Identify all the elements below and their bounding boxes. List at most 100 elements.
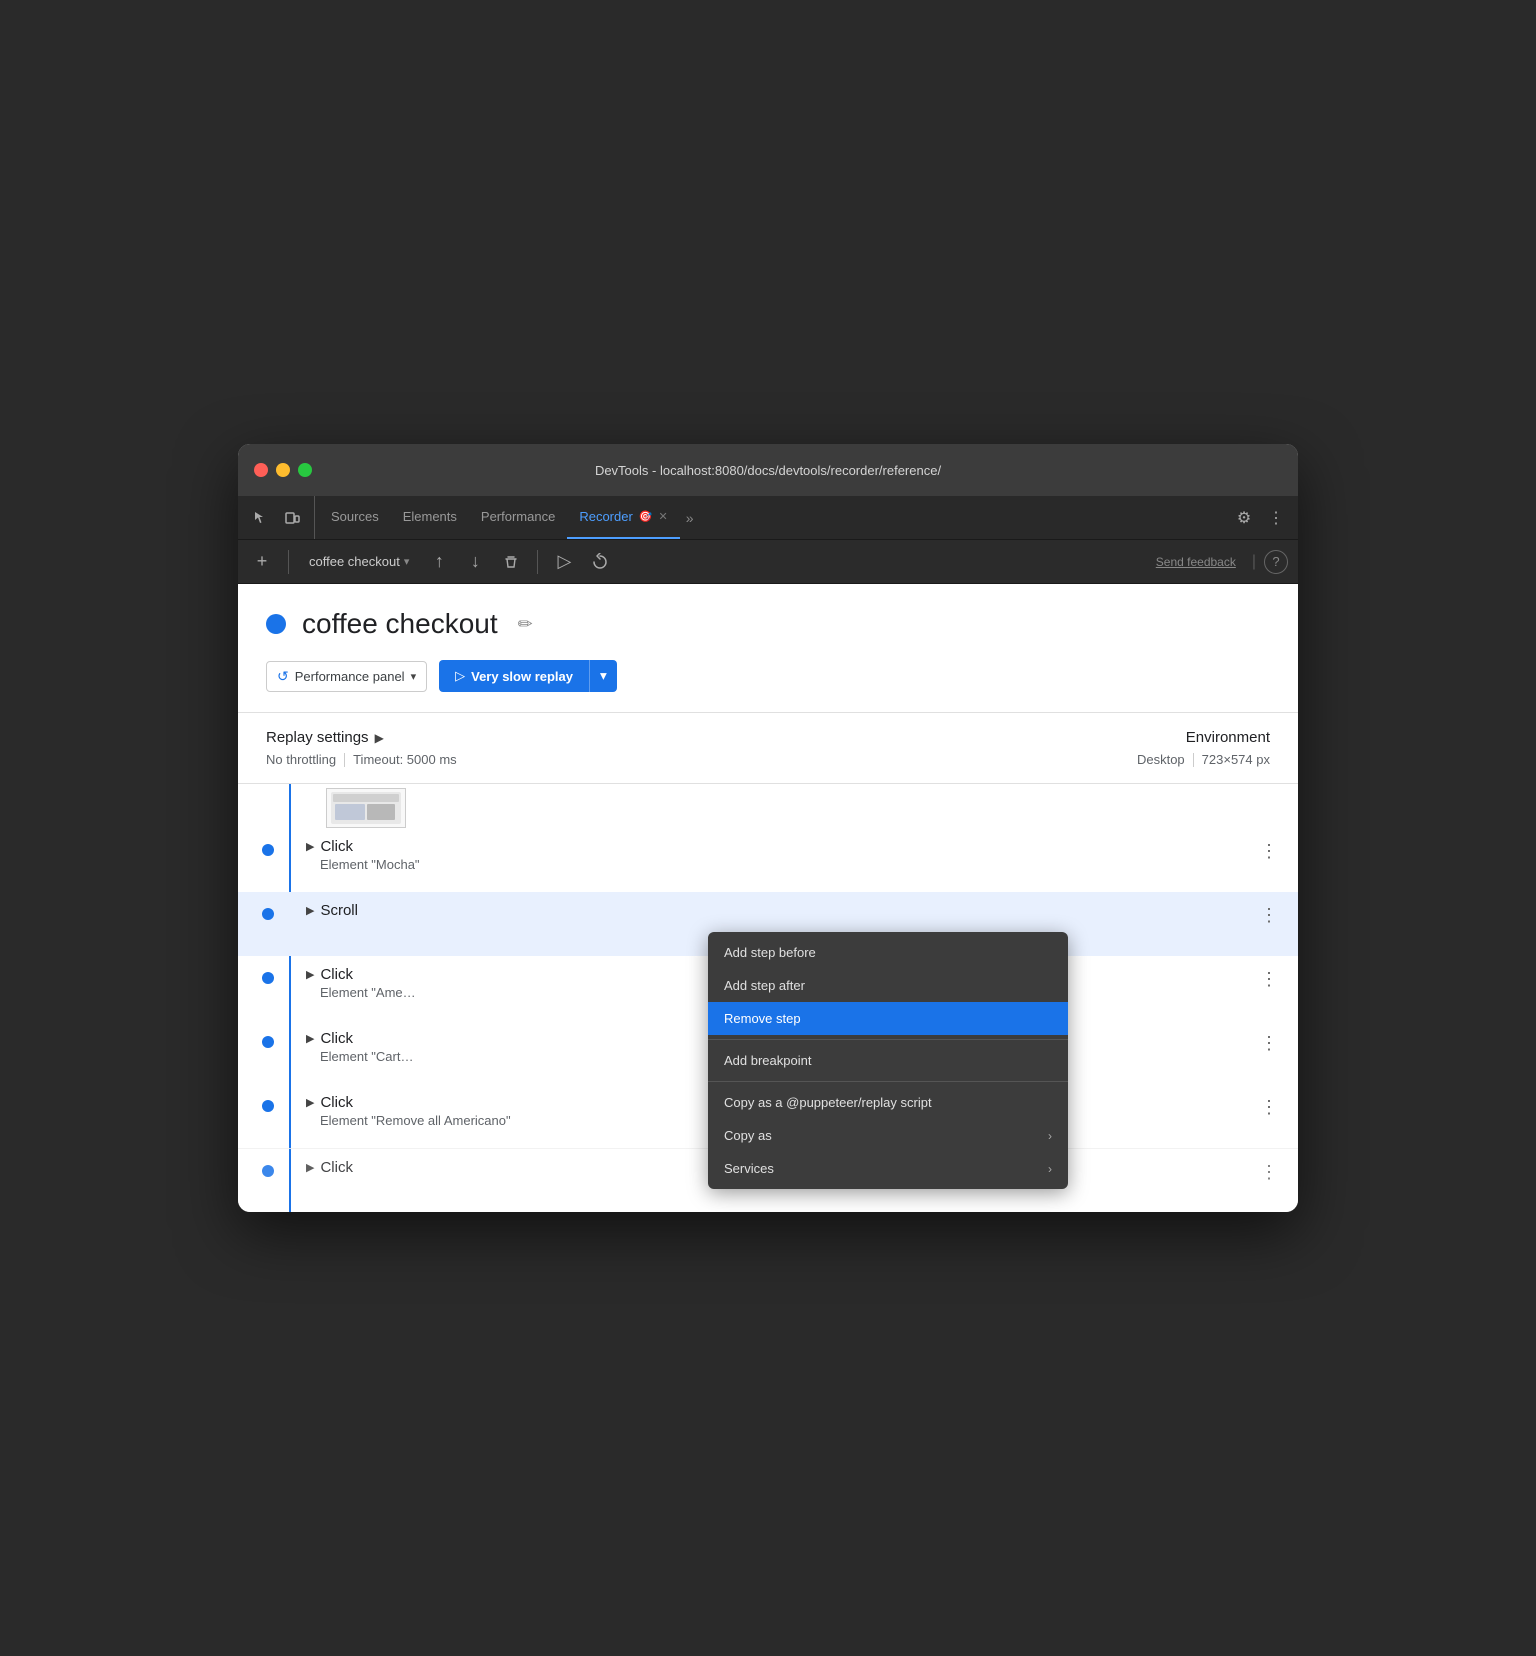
maximize-button[interactable] bbox=[298, 463, 312, 477]
help-button[interactable]: ? bbox=[1264, 550, 1288, 574]
action-row: ↺ Performance panel ▾ ▷ Very slow replay… bbox=[238, 660, 1298, 712]
close-button[interactable] bbox=[254, 463, 268, 477]
step-expand-2[interactable]: ▶ bbox=[306, 904, 314, 917]
step-expand-1[interactable]: ▶ bbox=[306, 840, 314, 853]
device-mode-icon[interactable] bbox=[278, 504, 306, 532]
context-menu: Add step before Add step after Remove st… bbox=[708, 932, 1068, 1189]
mini-browser-preview bbox=[326, 788, 406, 828]
minimize-button[interactable] bbox=[276, 463, 290, 477]
step-dot-6 bbox=[262, 1165, 274, 1177]
tab-recorder[interactable]: Recorder 🎯 ✕ bbox=[567, 496, 679, 539]
tab-performance[interactable]: Performance bbox=[469, 496, 567, 539]
step-content-1: ▶ Click Element "Mocha" bbox=[298, 838, 1256, 872]
step-timeline-1 bbox=[238, 838, 298, 856]
export-button[interactable]: ↓ bbox=[461, 548, 489, 576]
menu-item-add-breakpoint[interactable]: Add breakpoint bbox=[708, 1044, 1068, 1077]
step-more-button-5[interactable]: ⋮ bbox=[1256, 1094, 1282, 1120]
performance-panel-button[interactable]: ↺ Performance panel ▾ bbox=[266, 661, 427, 692]
step-timeline-6 bbox=[238, 1159, 298, 1177]
tab-right-icons: ⚙ ⋮ bbox=[1230, 496, 1290, 539]
send-feedback-link[interactable]: Send feedback bbox=[1156, 555, 1236, 569]
recording-selector-chevron: ▾ bbox=[404, 555, 410, 568]
step-dot-3 bbox=[262, 972, 274, 984]
menu-divider-1 bbox=[708, 1039, 1068, 1040]
step-dot-2 bbox=[262, 908, 274, 920]
step-expand-3[interactable]: ▶ bbox=[306, 968, 314, 981]
step-header-2: ▶ Scroll bbox=[306, 902, 1256, 919]
very-slow-replay-button[interactable]: ▷ Very slow replay bbox=[439, 660, 589, 692]
tab-icon-group bbox=[246, 496, 315, 539]
tab-elements[interactable]: Elements bbox=[391, 496, 469, 539]
settings-right: Environment Desktop 723×574 px bbox=[1137, 729, 1270, 767]
inspect-icon[interactable] bbox=[246, 504, 274, 532]
replay-button-group: ▷ Very slow replay ▾ bbox=[439, 660, 617, 692]
replay-settings-expand[interactable]: ▶ bbox=[375, 731, 384, 745]
step-detail-1: Element "Mocha" bbox=[306, 857, 1256, 872]
env-detail-sep bbox=[1193, 753, 1194, 767]
step-more-button-3[interactable]: ⋮ bbox=[1256, 966, 1282, 992]
step-expand-5[interactable]: ▶ bbox=[306, 1096, 314, 1109]
recording-selector[interactable]: coffee checkout ▾ bbox=[301, 550, 417, 573]
title-bar: DevTools - localhost:8080/docs/devtools/… bbox=[238, 444, 1298, 496]
step-item: ▶ Click Element "Mocha" ⋮ bbox=[238, 828, 1298, 892]
menu-item-copy-as[interactable]: Copy as › bbox=[708, 1119, 1068, 1152]
settings-row: Replay settings ▶ No throttling Timeout:… bbox=[266, 729, 1270, 767]
toolbar-separator-2 bbox=[537, 550, 538, 574]
step-expand-6[interactable]: ▶ bbox=[306, 1161, 314, 1174]
step-type-6: Click bbox=[320, 1159, 353, 1176]
replay-settings-title: Replay settings ▶ bbox=[266, 729, 457, 746]
perf-panel-chevron-icon: ▾ bbox=[411, 670, 417, 683]
step-timeline-4 bbox=[238, 1030, 298, 1048]
environment-title: Environment bbox=[1137, 729, 1270, 746]
step-dot-1 bbox=[262, 844, 274, 856]
settings-detail: No throttling Timeout: 5000 ms bbox=[266, 752, 457, 767]
step-timeline-2 bbox=[238, 902, 298, 920]
tab-overflow-button[interactable]: » bbox=[680, 496, 700, 539]
step-type-5: Click bbox=[320, 1094, 353, 1111]
main-content: coffee checkout ✏ ↺ Performance panel ▾ … bbox=[238, 584, 1298, 1212]
delete-button[interactable] bbox=[497, 548, 525, 576]
menu-item-remove-step[interactable]: Remove step bbox=[708, 1002, 1068, 1035]
replay-settings-section: Replay settings ▶ No throttling Timeout:… bbox=[238, 713, 1298, 784]
add-recording-button[interactable]: + bbox=[248, 548, 276, 576]
copy-as-submenu-icon: › bbox=[1048, 1129, 1052, 1143]
recorder-toolbar: + coffee checkout ▾ ↑ ↓ ▷ Send feedback … bbox=[238, 540, 1298, 584]
step-replay-button[interactable] bbox=[586, 548, 614, 576]
recording-header: coffee checkout ✏ bbox=[238, 584, 1298, 660]
menu-item-copy-puppeteer[interactable]: Copy as a @puppeteer/replay script bbox=[708, 1086, 1068, 1119]
environment-detail: Desktop 723×574 px bbox=[1137, 752, 1270, 767]
step-header-1: ▶ Click bbox=[306, 838, 1256, 855]
step-type-1: Click bbox=[320, 838, 353, 855]
step-expand-4[interactable]: ▶ bbox=[306, 1032, 314, 1045]
steps-list: ▶ Click Element "Mocha" ⋮ ▶ Scroll bbox=[238, 784, 1298, 1212]
toolbar-separator-1 bbox=[288, 550, 289, 574]
step-more-button-4[interactable]: ⋮ bbox=[1256, 1030, 1282, 1056]
edit-title-icon[interactable]: ✏ bbox=[518, 614, 533, 635]
services-submenu-icon: › bbox=[1048, 1162, 1052, 1176]
tab-recorder-close[interactable]: ✕ bbox=[659, 510, 668, 523]
recording-title: coffee checkout bbox=[302, 608, 498, 640]
settings-left: Replay settings ▶ No throttling Timeout:… bbox=[266, 729, 457, 767]
step-type-2: Scroll bbox=[320, 902, 358, 919]
devtools-window: DevTools - localhost:8080/docs/devtools/… bbox=[238, 444, 1298, 1212]
more-options-icon[interactable]: ⋮ bbox=[1262, 504, 1290, 532]
menu-item-services[interactable]: Services › bbox=[708, 1152, 1068, 1185]
import-button[interactable]: ↑ bbox=[425, 548, 453, 576]
replay-speed-dropdown[interactable]: ▾ bbox=[589, 660, 617, 692]
settings-detail-sep bbox=[344, 753, 345, 767]
recording-indicator bbox=[266, 614, 286, 634]
settings-icon[interactable]: ⚙ bbox=[1230, 504, 1258, 532]
step-more-button-6[interactable]: ⋮ bbox=[1256, 1159, 1282, 1185]
devtools-tabs-bar: Sources Elements Performance Recorder 🎯 … bbox=[238, 496, 1298, 540]
menu-divider-2 bbox=[708, 1081, 1068, 1082]
menu-item-add-step-after[interactable]: Add step after bbox=[708, 969, 1068, 1002]
tab-sources[interactable]: Sources bbox=[319, 496, 391, 539]
step-type-3: Click bbox=[320, 966, 353, 983]
step-timeline-5 bbox=[238, 1094, 298, 1112]
step-more-button-1[interactable]: ⋮ bbox=[1256, 838, 1282, 864]
window-title: DevTools - localhost:8080/docs/devtools/… bbox=[595, 463, 941, 478]
menu-item-add-step-before[interactable]: Add step before bbox=[708, 936, 1068, 969]
step-more-button-2[interactable]: ⋮ bbox=[1256, 902, 1282, 928]
replay-recording-button[interactable]: ▷ bbox=[550, 548, 578, 576]
step-dot-5 bbox=[262, 1100, 274, 1112]
